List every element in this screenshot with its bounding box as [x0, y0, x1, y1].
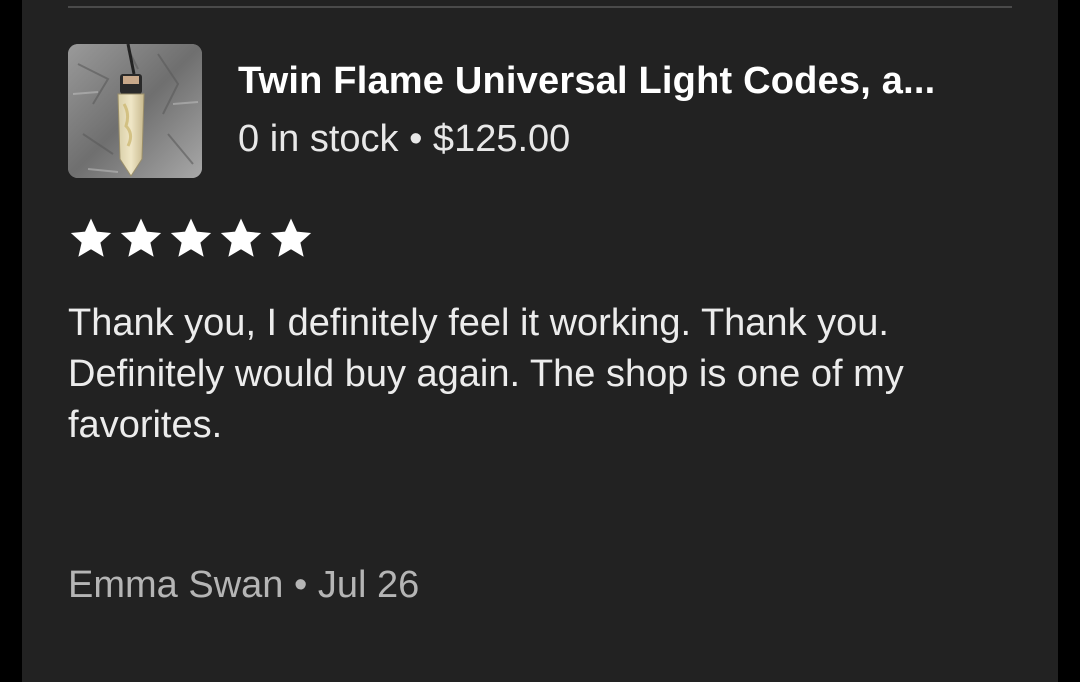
star-icon: [70, 218, 112, 257]
product-title[interactable]: Twin Flame Universal Light Codes, a...: [238, 60, 1018, 103]
product-row[interactable]: Twin Flame Universal Light Codes, a... 0…: [68, 44, 1018, 178]
star-icon: [270, 218, 312, 257]
crystal-pendant-image[interactable]: [68, 44, 202, 178]
review-card: Twin Flame Universal Light Codes, a... 0…: [22, 0, 1058, 682]
top-divider: [68, 6, 1012, 8]
star-icon: [120, 218, 162, 257]
review-text: Thank you, I definitely feel it working.…: [68, 302, 904, 446]
reviewer-name-date: Emma Swan • Jul 26: [68, 564, 420, 606]
product-stock-price: 0 in stock • $125.00: [238, 118, 571, 160]
star-icon: [170, 218, 212, 257]
star-rating: [68, 215, 314, 261]
star-icon: [220, 218, 262, 257]
